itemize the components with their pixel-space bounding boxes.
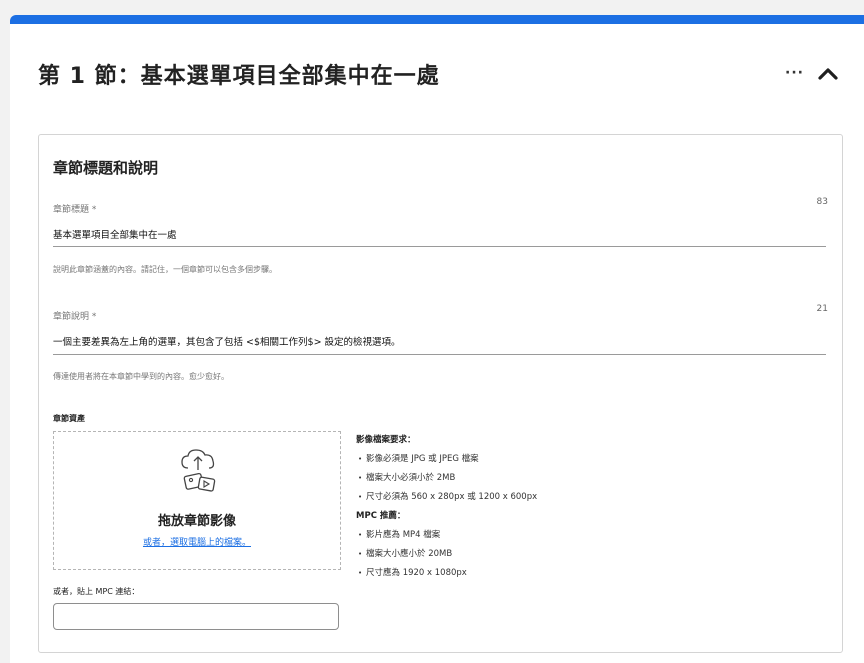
section-desc-input[interactable] [53, 335, 813, 346]
mpc-link-label: 或者，貼上 MPC 連結： [53, 587, 140, 596]
section-title-label: 章節標題 * [53, 205, 97, 215]
file-requirements: 影像檔案要求： 影像必須是 JPG 或 JPEG 檔案 檔案大小必須小於 2MB… [356, 431, 656, 583]
card-accent-bar [10, 15, 864, 24]
section-desc-help: 傳達使用者將在本章節中學到的內容。愈少愈好。 [53, 372, 229, 381]
list-item: 影片應為 MP4 檔案 [356, 526, 656, 545]
more-options-icon[interactable]: ··· [785, 65, 804, 81]
section-card: 第 1 節：基本選單項目全部集中在一處 ··· 章節標題和說明 章節標題 * 8… [10, 15, 864, 663]
panel-title: 章節標題和說明 [53, 159, 159, 177]
list-item: 尺寸必須為 560 x 280px 或 1200 x 600px [356, 488, 656, 507]
mpc-recommendations-title: MPC 推薦： [356, 511, 406, 521]
section-title-help: 說明此章節涵蓋的內容。請記住，一個章節可以包含多個步驟。 [53, 265, 277, 274]
section-desc-label: 章節說明 * [53, 312, 97, 322]
section-title-underline [53, 246, 826, 247]
upload-image-icon [179, 448, 219, 502]
section-desc-char-count: 21 [816, 304, 828, 314]
list-item: 檔案大小必須小於 2MB [356, 469, 656, 488]
list-item: 尺寸應為 1920 x 1080px [356, 564, 656, 583]
drop-zone-title: 拖放章節影像 [157, 514, 236, 529]
section-desc-underline [53, 354, 826, 355]
section-title: 第 1 節：基本選單項目全部集中在一處 [38, 64, 440, 89]
mpc-link-input[interactable] [53, 603, 339, 630]
list-item: 影像必須是 JPG 或 JPEG 檔案 [356, 450, 656, 469]
image-drop-zone[interactable]: 拖放章節影像 或者，選取電腦上的檔案。 [53, 431, 341, 570]
list-item: 檔案大小應小於 20MB [356, 545, 656, 564]
section-details-panel: 章節標題和說明 章節標題 * 83 說明此章節涵蓋的內容。請記住，一個章節可以包… [38, 134, 843, 653]
section-title-input[interactable] [53, 228, 813, 239]
section-title-char-count: 83 [816, 197, 828, 207]
section-assets-label: 章節資產 [53, 414, 85, 423]
image-requirements-title: 影像檔案要求： [356, 435, 416, 445]
select-file-link[interactable]: 或者，選取電腦上的檔案。 [54, 535, 340, 548]
chevron-up-icon[interactable] [816, 63, 840, 83]
